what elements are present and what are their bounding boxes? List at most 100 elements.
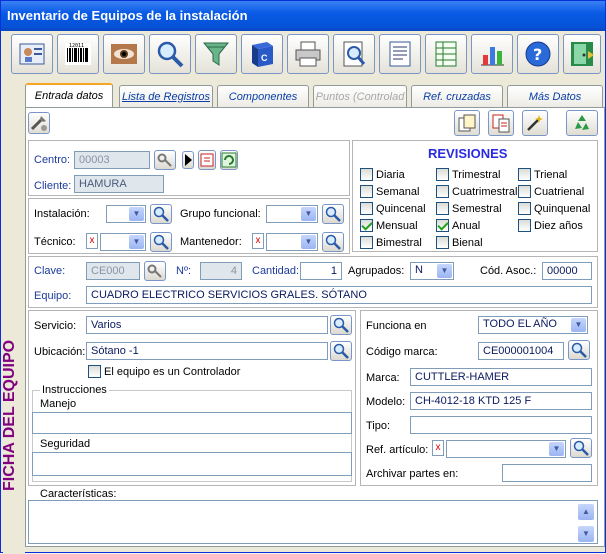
revision-checkbox[interactable]: [360, 168, 373, 181]
key-icon[interactable]: [154, 150, 176, 170]
scroll-up-icon[interactable]: ▲: [578, 504, 594, 520]
servicio-field[interactable]: Varios: [86, 316, 328, 334]
cliente-field[interactable]: HAMURA: [74, 175, 164, 193]
revision-label: Cuatrimestral: [452, 186, 518, 198]
archivar-field[interactable]: [502, 464, 592, 482]
card-icon[interactable]: [11, 34, 53, 74]
revision-checkbox[interactable]: [360, 219, 373, 232]
revision-label: Trimestral: [452, 169, 501, 181]
numero-field[interactable]: 4: [200, 262, 242, 280]
revision-checkbox[interactable]: [518, 168, 531, 181]
eye-icon[interactable]: [103, 34, 145, 74]
magic-wand-icon[interactable]: [522, 110, 548, 136]
funciona-select[interactable]: TODO EL AÑO ▼: [478, 316, 588, 334]
filter-icon[interactable]: [195, 34, 237, 74]
window-title: Inventario de Equipos de la instalación: [1, 1, 605, 31]
tab-mas-datos[interactable]: Más Datos: [507, 85, 603, 107]
caracteristicas-field[interactable]: [28, 500, 598, 544]
equipo-field[interactable]: CUADRO ELECTRICO SERVICIOS GRALES. SÓTAN…: [86, 286, 592, 304]
grupo-select[interactable]: ▼: [266, 205, 318, 223]
cod-asoc-field[interactable]: 00000: [542, 262, 592, 280]
tecnico-select[interactable]: ▼: [100, 233, 146, 251]
mantenedor-select[interactable]: ▼: [266, 233, 318, 251]
search-icon[interactable]: [322, 204, 344, 224]
record-nav-icon[interactable]: [198, 150, 216, 170]
barcode-icon[interactable]: 12011: [57, 34, 99, 74]
tab-entrada-datos[interactable]: Entrada datos: [25, 83, 113, 107]
exit-door-icon[interactable]: [563, 34, 601, 74]
modelo-field[interactable]: CH-4012-18 KTD 125 F: [410, 392, 592, 410]
instalacion-select[interactable]: ▼: [106, 205, 146, 223]
revision-checkbox[interactable]: [436, 219, 449, 232]
clear-icon[interactable]: x: [252, 233, 264, 249]
equipo-label: Equipo:: [34, 290, 72, 302]
spreadsheet-icon[interactable]: [425, 34, 467, 74]
clear-icon[interactable]: x: [432, 440, 444, 456]
cantidad-field[interactable]: 1: [300, 262, 342, 280]
agrupados-select[interactable]: N ▼: [410, 262, 454, 280]
scroll-down-icon[interactable]: ▼: [578, 526, 594, 542]
ref-articulo-select[interactable]: ▼: [446, 440, 566, 458]
chevron-down-icon: ▼: [549, 442, 564, 456]
revision-checkbox[interactable]: [360, 236, 373, 249]
tab-puntos-controlador[interactable]: Puntos (Controlad: [313, 85, 407, 107]
search-icon[interactable]: [150, 232, 172, 252]
recycle-icon[interactable]: [566, 110, 598, 136]
search-icon[interactable]: [330, 341, 352, 361]
copy-record-icon[interactable]: [454, 110, 480, 136]
tab-componentes[interactable]: Componentes: [217, 85, 309, 107]
printer-icon[interactable]: [287, 34, 329, 74]
manejo-field[interactable]: [32, 412, 352, 434]
search-icon[interactable]: [322, 232, 344, 252]
book-icon[interactable]: C: [241, 34, 283, 74]
tecnico-label: Técnico:: [34, 236, 76, 248]
revision-label: Semanal: [376, 186, 420, 198]
key-icon[interactable]: [144, 261, 166, 281]
search-icon[interactable]: [330, 315, 352, 335]
clave-label: Clave:: [34, 265, 66, 277]
chevron-down-icon: ▼: [437, 264, 452, 278]
revision-checkbox[interactable]: [436, 185, 449, 198]
seguridad-field[interactable]: [32, 452, 352, 476]
magnifier-icon[interactable]: [149, 34, 191, 74]
revision-label: Diez años: [534, 220, 583, 232]
revision-checkbox[interactable]: [518, 202, 531, 215]
clave-field[interactable]: CE000: [86, 262, 140, 280]
revision-checkbox[interactable]: [518, 219, 531, 232]
revision-checkbox[interactable]: [436, 168, 449, 181]
preview-icon[interactable]: [333, 34, 375, 74]
tab-ref-cruzadas[interactable]: Ref. cruzadas: [411, 85, 503, 107]
revision-checkbox[interactable]: [360, 185, 373, 198]
tab-lista-registros[interactable]: Lista de Registros: [119, 85, 213, 107]
ubicacion-field[interactable]: Sótano -1: [86, 342, 328, 360]
revision-label: Quincenal: [376, 203, 426, 215]
chart-icon[interactable]: [471, 34, 513, 74]
duplicate-icon[interactable]: [488, 110, 514, 136]
controlador-checkbox[interactable]: [88, 365, 101, 378]
centro-field[interactable]: 00003: [74, 151, 150, 169]
help-icon[interactable]: ?: [517, 34, 559, 74]
search-icon[interactable]: [150, 204, 172, 224]
seguridad-label: Seguridad: [40, 438, 91, 450]
tipo-field[interactable]: [410, 416, 592, 434]
clear-icon[interactable]: x: [86, 233, 98, 249]
codigo-marca-field[interactable]: CE000001004: [478, 342, 564, 360]
revision-checkbox[interactable]: [518, 185, 531, 198]
search-icon[interactable]: [570, 438, 592, 458]
revision-checkbox[interactable]: [436, 202, 449, 215]
servicio-label: Servicio:: [34, 320, 77, 332]
search-icon[interactable]: [568, 340, 590, 360]
play-icon[interactable]: [182, 151, 194, 169]
revision-checkbox[interactable]: [360, 202, 373, 215]
ref-articulo-label: Ref. artículo:: [366, 444, 429, 456]
tab-bar: Entrada datos Lista de Registros Compone…: [25, 83, 605, 107]
refresh-icon[interactable]: [220, 150, 238, 170]
cliente-label: Cliente:: [34, 180, 72, 192]
revision-label: Mensual: [376, 220, 418, 232]
tools-icon[interactable]: [28, 112, 50, 134]
instrucciones-title: Instrucciones: [40, 384, 109, 396]
marca-field[interactable]: CUTTLER-HAMER: [410, 368, 592, 386]
revision-checkbox[interactable]: [436, 236, 449, 249]
document-icon[interactable]: [379, 34, 421, 74]
revision-label: Bimestral: [376, 237, 422, 249]
